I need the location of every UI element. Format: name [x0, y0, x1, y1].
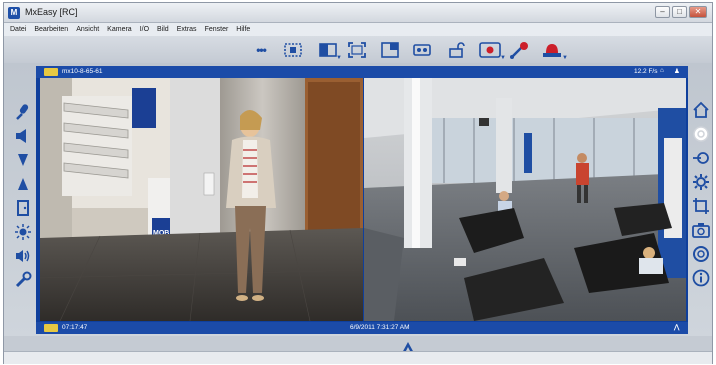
menu-extras[interactable]: Extras [177, 26, 197, 33]
menu-io[interactable]: I/O [140, 26, 149, 33]
camera-status-bar: 07:17:47 6/9/2011 7:31:27 AM ⋀ [36, 322, 688, 334]
status-bar [4, 351, 712, 364]
alarm-light-icon[interactable]: ▼ [540, 41, 568, 61]
fullscreen-icon[interactable] [347, 41, 367, 58]
camera-view-left[interactable]: MOB [40, 78, 363, 321]
camera-info-bar: mx10-8-65-61 12.2 F/s ⌂ ♟ [36, 66, 688, 78]
user-mini-icon[interactable]: ♟ [674, 67, 680, 75]
gear-highlight-icon[interactable] [690, 123, 712, 145]
signal-icon[interactable] [509, 41, 531, 59]
menu-bar: Datei Bearbeiten Ansicht Kamera I/O Bild… [4, 23, 712, 36]
video-frame: mx10-8-65-61 12.2 F/s ⌂ ♟ MOB 07:17:47 6… [36, 66, 688, 334]
lock-icon[interactable] [446, 41, 466, 58]
title-bar: M MxEasy [RC] – □ ✕ [4, 3, 712, 23]
mobotix-mini-icon: ⋀ [674, 324, 680, 331]
menu-bearbeiten[interactable]: Bearbeiten [34, 26, 68, 33]
lifebuoy-icon[interactable] [690, 243, 712, 265]
more-dots-icon[interactable]: ••• [248, 41, 274, 58]
settings-icon[interactable] [690, 171, 712, 193]
window-layout-icon[interactable] [380, 41, 400, 58]
wrench-icon[interactable] [12, 269, 34, 291]
menu-hilfe[interactable]: Hilfe [236, 26, 250, 33]
minimize-button[interactable]: – [655, 6, 670, 18]
home-icon[interactable] [690, 99, 712, 121]
layout-icon[interactable]: ▼ [318, 41, 342, 61]
window-title: MxEasy [RC] [25, 7, 78, 17]
audio-wave-icon[interactable] [12, 245, 34, 267]
menu-kamera[interactable]: Kamera [107, 26, 132, 33]
framerate-label: 12.2 F/s [634, 68, 658, 75]
sequence-icon[interactable] [283, 41, 303, 58]
record-icon[interactable]: ▼ [478, 41, 506, 61]
camera-icon[interactable] [690, 219, 712, 241]
left-control-bar [12, 101, 36, 301]
door-icon[interactable] [12, 197, 34, 219]
light-icon[interactable] [12, 221, 34, 243]
menu-ansicht[interactable]: Ansicht [76, 26, 99, 33]
app-window: M MxEasy [RC] – □ ✕ Datei Bearbeiten Ans… [3, 2, 713, 364]
menu-datei[interactable]: Datei [10, 26, 26, 33]
crop-icon[interactable] [690, 195, 712, 217]
camera-name: mx10-8-65-61 [62, 68, 103, 75]
app-logo-icon: M [8, 7, 20, 19]
microphone-icon[interactable] [12, 101, 34, 123]
toolbar: ••• ▼ ▼ ▼ [4, 36, 712, 63]
camera-datetime: 6/9/2011 7:31:27 AM [350, 324, 410, 331]
right-control-bar [690, 99, 714, 315]
camera-time: 07:17:47 [62, 324, 88, 331]
maximize-button[interactable]: □ [672, 6, 687, 18]
main-area: mx10-8-65-61 12.2 F/s ⌂ ♟ MOB 07:17:47 6… [4, 63, 712, 336]
arrow-down-icon[interactable] [12, 149, 34, 171]
camera-view-right[interactable] [364, 78, 686, 321]
arrow-up-icon[interactable] [12, 173, 34, 195]
menu-fenster[interactable]: Fenster [205, 26, 229, 33]
speaker-icon[interactable] [12, 125, 34, 147]
tape-icon[interactable] [412, 41, 432, 58]
window-controls: – □ ✕ [655, 6, 707, 18]
info-icon[interactable] [690, 267, 712, 289]
close-button[interactable]: ✕ [689, 6, 707, 18]
target-icon[interactable] [690, 147, 712, 169]
menu-bild[interactable]: Bild [157, 26, 169, 33]
camera-status-badge [44, 68, 58, 76]
event-badge [44, 324, 58, 332]
home-mini-icon[interactable]: ⌂ [660, 67, 664, 74]
